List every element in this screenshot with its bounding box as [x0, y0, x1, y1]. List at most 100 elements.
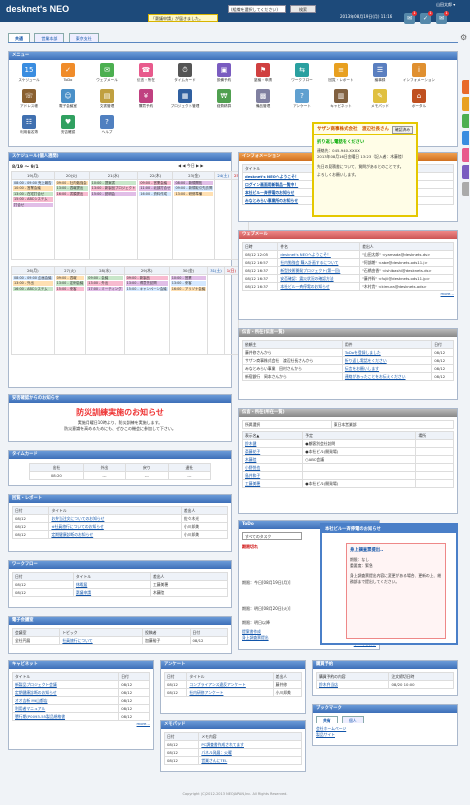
menu-item[interactable]: ✓ ToDo — [51, 63, 85, 82]
table-row[interactable]: 08/12 コンプライアンス違反アンケート 藤井修 — [163, 680, 303, 689]
table-row[interactable]: 08/12 PC調査書作成されてます — [163, 740, 302, 749]
table-cell[interactable]: 定期健康診断のお知らせ — [11, 688, 120, 697]
calendar-event[interactable]: 13:00 - 在宅打合せ — [13, 191, 53, 197]
menu-item[interactable]: ▥ キャビネット — [324, 89, 358, 109]
menu-item[interactable]: ☷ 利用者名簿 — [12, 115, 46, 135]
calendar-day-header[interactable]: 28(水) — [85, 266, 125, 275]
table-row[interactable]: 08/12 16:37 新型技術開発プロジェクト(第一回) "石橋由香" <ishi… — [241, 266, 454, 275]
table-cell[interactable]: 本社ビル一斉停電のお知らせ — [277, 282, 361, 291]
table-row[interactable]: 08/12 16:57 社内勉強会 購入計画するについて "阿部朗" <abe@de… — [241, 258, 454, 267]
gear-icon[interactable]: ⚙ — [460, 33, 467, 42]
table-cell[interactable]: 鈴木弁当店 — [315, 680, 390, 689]
column-header[interactable]: 日付 — [189, 628, 229, 637]
column-header[interactable]: タイトル — [186, 672, 274, 681]
menu-item[interactable]: ▤ 文書管理 — [90, 89, 124, 109]
menu-item[interactable]: ⏱ タイムカード — [168, 63, 202, 83]
menu-item[interactable]: ♥ 安否確認 — [51, 115, 85, 135]
table-cell[interactable]: オオ吉新 Mt山都店 — [11, 696, 120, 705]
menu-item[interactable]: ✎ メモパッド — [363, 89, 397, 109]
menu-item[interactable]: ⇆ ワークフロー — [285, 63, 319, 83]
table-row[interactable]: 木藤陸 ○ABC会議 — [241, 455, 454, 464]
tc-header[interactable]: 退社 — [167, 463, 212, 472]
calendar-event[interactable]: 15:00 - キャンペーン会議 — [125, 286, 168, 292]
table-cell[interactable]: 社内勉強会 購入計画するについて — [277, 258, 361, 267]
column-header[interactable]: 会議室 — [11, 628, 61, 637]
column-header[interactable]: 日付 — [431, 340, 454, 349]
column-header[interactable]: 日付 — [163, 732, 200, 741]
presence-user[interactable]: 斎藤花子 — [241, 447, 304, 456]
table-cell[interactable]: 新型技術開発プロジェクト(第一回) — [277, 266, 361, 275]
calendar-day[interactable]: 10:00 - 提案書 13:00 - 新製品プロジェクト 15:00 - 説明会 — [88, 179, 139, 260]
calendar-day-header[interactable]: 19(月) — [11, 171, 55, 180]
calendar-event[interactable]: 08:00 - 09:00 企画会議 — [13, 276, 53, 281]
calendar-event[interactable]: 13:00 - 来客 — [170, 281, 207, 286]
calendar-event[interactable]: 16:00 - 書類提出 — [55, 191, 88, 197]
notification-banner[interactable]: 「稟議申請」が届きました。 — [148, 14, 218, 22]
menu-item[interactable]: ? アンケート — [285, 89, 319, 109]
menu-item[interactable]: ☰ 議事録 — [363, 63, 397, 83]
calendar-event[interactable]: 15:00 - 来客 — [55, 286, 85, 292]
calendar-day-header[interactable]: 24(土) — [214, 171, 232, 180]
cabinet-more[interactable]: more... — [12, 721, 150, 726]
table-cell[interactable]: 利用者マニュアル — [11, 704, 120, 713]
column-header[interactable]: 投稿者 — [142, 628, 191, 637]
table-row[interactable]: オオ吉新 Mt山都店 08/12 — [11, 696, 150, 705]
bluepopup-title[interactable]: 身上調査票提出.. — [350, 547, 442, 553]
calendar-event[interactable]: 16:00 - アリゾナ会議 — [170, 286, 207, 292]
table-cell[interactable]: desknet's NEOへようこそ！ — [277, 250, 361, 259]
calendar-event[interactable]: 09:00 - 新製品 — [125, 276, 168, 281]
table-row[interactable]: 工藤美穂 ●本社ビル(開発場) — [241, 479, 454, 488]
column-header[interactable]: 差出人 — [272, 672, 303, 681]
calendar-event[interactable]: 09:00 - 会議 — [87, 276, 123, 281]
calendar-day[interactable]: 08:00 - 09:00 売上報告 10:00 - 営業会議 13:00 - 在宅… — [11, 179, 55, 260]
bookmark-tab-shared[interactable]: 共有 — [316, 716, 338, 723]
column-header[interactable]: 日付 — [11, 506, 50, 515]
menu-item[interactable]: ⚑ 稟議・申請 — [246, 63, 280, 83]
calendar-day[interactable]: 09:00 - 社内勉強会 13:00 - 週報提出 16:00 - 書類提出 — [53, 179, 90, 260]
calendar-day[interactable]: 08:00 - 09:00 企画会議 13:00 - 外出 16:00 - ABCシ… — [11, 274, 55, 355]
calendar-event[interactable]: 13:00 - 外出 — [13, 281, 53, 286]
calendar-event[interactable]: 08:00 - 09:00 売上報告 — [13, 181, 53, 186]
calendar-day-header[interactable]: 31(土) — [207, 266, 225, 275]
menu-item[interactable]: ⌂ ポータル — [402, 89, 436, 109]
side-tab[interactable] — [462, 114, 469, 128]
column-header[interactable]: タイトル — [11, 672, 120, 681]
column-header[interactable]: 日付 — [163, 672, 188, 681]
table-row[interactable]: 全社円展 社員旅行について 加藤裕子 08/12 — [11, 636, 229, 645]
todo-filter[interactable]: すべてのタスク — [242, 532, 302, 540]
calendar-event[interactable]: 10:00 - 提案書 — [90, 181, 137, 186]
table-cell[interactable]: 折り返し電話をください — [341, 356, 433, 365]
menu-item[interactable]: ☺ 電子会議室 — [51, 89, 85, 109]
calendar-event[interactable]: 09:00 - 新規取引先訪問 — [174, 186, 214, 191]
calendar-day-header[interactable]: 26(月) — [11, 266, 55, 275]
table-cell[interactable]: お弁当注文についてのお知らせ — [48, 514, 182, 523]
calendar-day[interactable] — [214, 179, 232, 260]
calendar-day-header[interactable]: 20(火) — [53, 171, 90, 180]
calendar-event[interactable]: 13:00 - 週報提出 — [55, 186, 88, 191]
calendar-day-header[interactable]: 27(火) — [53, 266, 87, 275]
calendar-event[interactable]: 09:00 - 営業会議 — [139, 181, 172, 186]
calendar-day[interactable] — [207, 274, 225, 355]
menu-item[interactable]: ✉ ウェブメール — [90, 63, 124, 83]
table-cell[interactable]: ※社員旅行についてのお知らせ — [48, 522, 182, 531]
calendar-day-header[interactable]: 23(金) — [172, 171, 216, 180]
presence-org[interactable]: 東日本営業部 — [330, 420, 455, 429]
side-tab[interactable] — [462, 148, 469, 162]
column-header[interactable]: 差出人 — [149, 572, 229, 581]
table-row[interactable]: 08/12 16:37 安否確認：震災状況の確認方法 "藤井幹" <fujii@de… — [241, 274, 454, 283]
table-cell[interactable]: 稟議申請 — [72, 588, 151, 597]
column-header[interactable]: メモ内容 — [198, 732, 302, 741]
table-row[interactable]: 島井和子 — [241, 471, 454, 480]
menu-item[interactable]: ▩ 備品管理 — [246, 89, 280, 109]
column-header[interactable]: 差出人 — [359, 242, 454, 251]
bookmark-tab-personal[interactable]: 個人 — [341, 716, 364, 723]
column-header[interactable]: タイトル — [48, 506, 182, 515]
column-header[interactable]: 依頼主 — [242, 340, 343, 349]
calendar-event[interactable]: 09:00 - 週報 — [55, 276, 85, 281]
logo[interactable]: desknet's NEO — [6, 4, 69, 14]
confirm-button[interactable]: 確認済み — [391, 126, 413, 134]
side-tab[interactable] — [462, 165, 469, 179]
column-header[interactable]: 日付 — [12, 572, 74, 581]
column-header[interactable]: トピック — [59, 628, 144, 637]
column-header[interactable]: タイトル — [72, 572, 151, 581]
